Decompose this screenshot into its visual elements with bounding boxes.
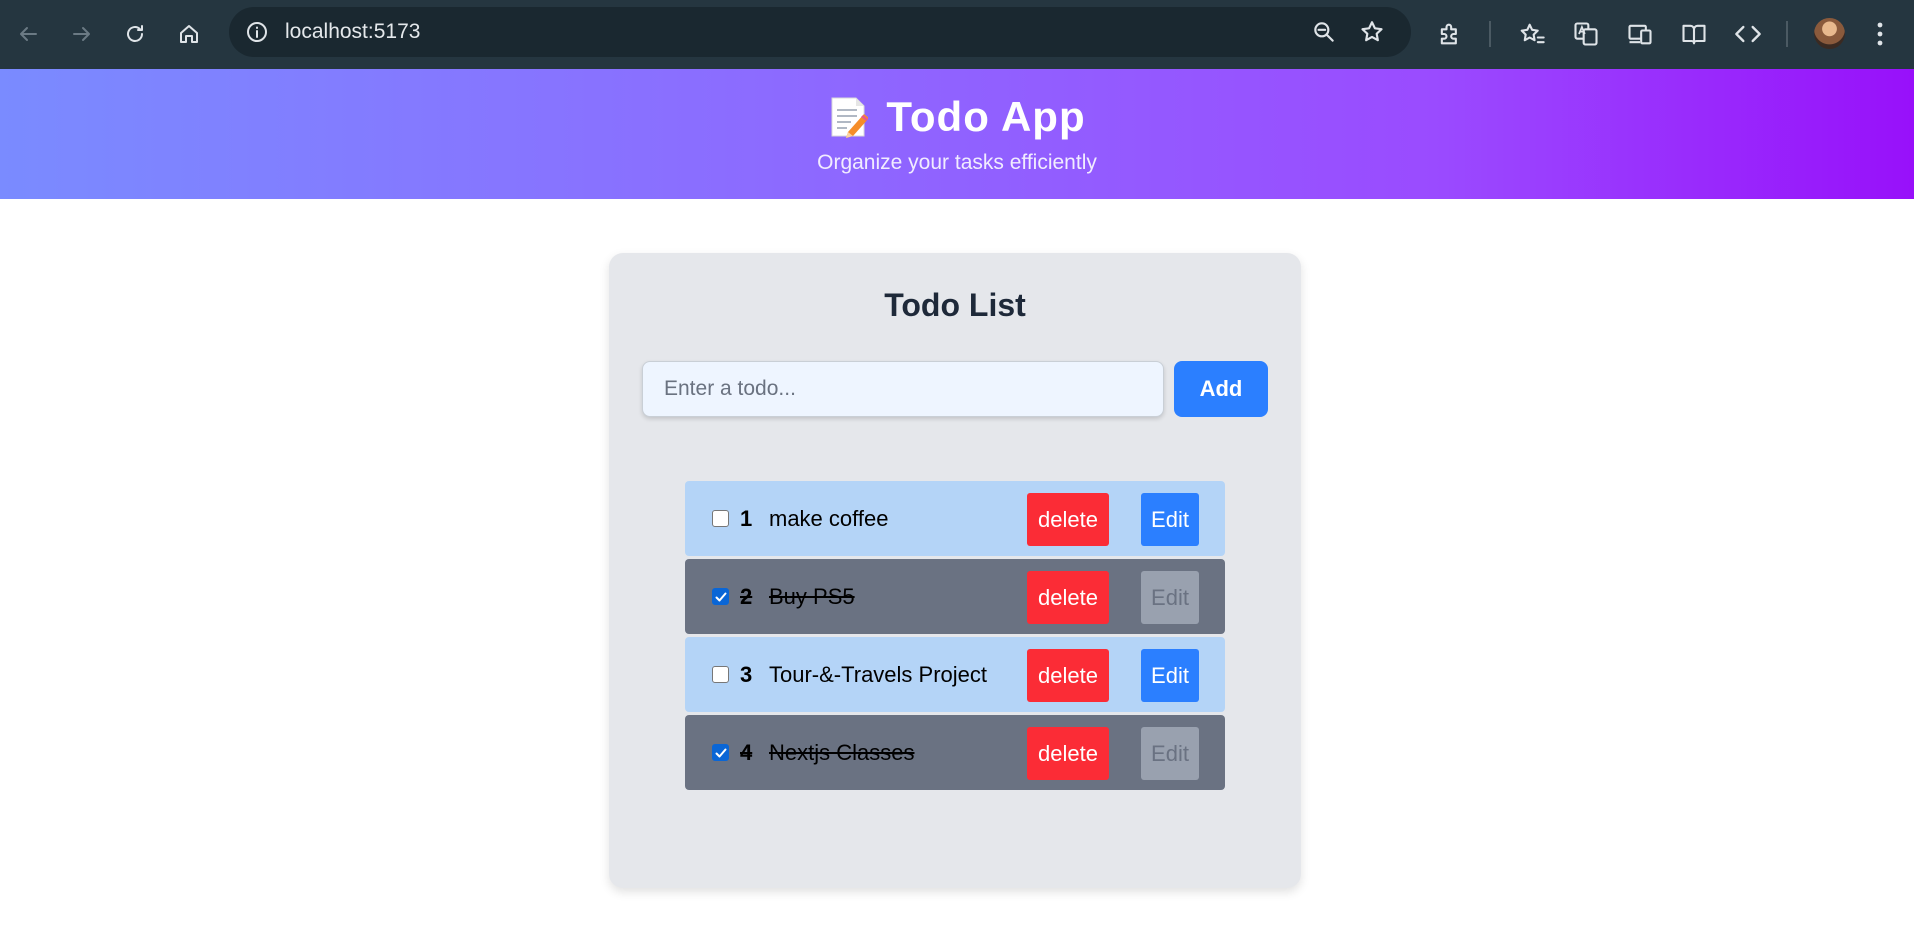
delete-button[interactable]: delete	[1027, 649, 1109, 702]
home-button[interactable]	[172, 17, 206, 51]
devices-icon	[1628, 24, 1652, 45]
devtools-button[interactable]	[1734, 20, 1762, 48]
todo-text: make coffee	[769, 506, 889, 531]
arrow-left-icon	[20, 27, 37, 41]
todo-text: Nextjs Classes	[769, 740, 915, 765]
checkmark-icon	[715, 592, 727, 602]
zoom-out-icon[interactable]	[1311, 19, 1337, 45]
arrow-right-icon	[73, 27, 90, 41]
app-subtitle: Organize your tasks efficiently	[817, 151, 1097, 174]
edit-button[interactable]: Edit	[1141, 649, 1199, 702]
code-icon	[1735, 25, 1761, 43]
todo-text: Tour-&-Travels Project	[769, 662, 988, 687]
more-menu-icon[interactable]	[1872, 20, 1888, 48]
devices-button[interactable]	[1626, 20, 1654, 48]
favorites-button[interactable]	[1518, 20, 1546, 48]
puzzle-icon	[1440, 23, 1457, 45]
todo-item: 4 Nextjs Classes delete Edit	[685, 715, 1225, 790]
todo-number: 4	[740, 740, 753, 765]
todo-number: 1	[740, 506, 753, 531]
checkmark-icon	[715, 748, 727, 758]
todo-card: Todo List Add 1 make coffee delete Edit …	[609, 253, 1301, 888]
todo-checkbox[interactable]	[712, 510, 729, 527]
book-icon	[1682, 24, 1706, 45]
edit-button: Edit	[1141, 571, 1199, 624]
todo-item: 2 Buy PS5 delete Edit	[685, 559, 1225, 634]
toolbar-divider	[1786, 21, 1788, 47]
site-info-icon[interactable]	[245, 20, 269, 44]
todo-checkbox[interactable]	[712, 666, 729, 683]
delete-button[interactable]: delete	[1027, 571, 1109, 624]
reading-mode-button[interactable]	[1680, 20, 1708, 48]
todo-item: 1 make coffee delete Edit	[685, 481, 1225, 556]
app-header: Todo App Organize your tasks efficiently	[0, 69, 1914, 199]
todo-number: 2	[740, 584, 753, 609]
todo-input[interactable]	[642, 361, 1164, 417]
forward-button[interactable]	[65, 17, 99, 51]
todo-number: 3	[740, 662, 753, 687]
profile-avatar[interactable]	[1814, 18, 1845, 49]
reload-button[interactable]	[118, 17, 152, 51]
browser-toolbar: localhost:5173	[0, 0, 1914, 69]
todo-text: Buy PS5	[769, 584, 855, 609]
translate-icon	[1574, 22, 1598, 46]
app-title-text: Todo App	[886, 93, 1086, 140]
app-title: Todo App	[0, 93, 1914, 141]
extensions-button[interactable]	[1436, 20, 1464, 48]
address-bar[interactable]: localhost:5173	[229, 7, 1411, 57]
back-button[interactable]	[11, 17, 45, 51]
memo-icon	[831, 97, 869, 138]
edit-button[interactable]: Edit	[1141, 493, 1199, 546]
todo-checkbox[interactable]	[712, 744, 729, 761]
delete-button[interactable]: delete	[1027, 727, 1109, 780]
bookmark-star-icon[interactable]	[1359, 19, 1385, 45]
todo-list: 1 make coffee delete Edit 2 Buy PS5 dele…	[685, 481, 1225, 793]
star-list-icon	[1520, 23, 1545, 44]
todo-checkbox[interactable]	[712, 588, 729, 605]
edit-button: Edit	[1141, 727, 1199, 780]
home-icon	[180, 25, 198, 43]
url-text[interactable]: localhost:5173	[285, 20, 420, 44]
add-button[interactable]: Add	[1174, 361, 1268, 417]
toolbar-divider	[1489, 21, 1491, 47]
todo-item: 3 Tour-&-Travels Project delete Edit	[685, 637, 1225, 712]
delete-button[interactable]: delete	[1027, 493, 1109, 546]
reload-icon	[127, 25, 143, 42]
translate-button[interactable]	[1572, 20, 1600, 48]
card-title: Todo List	[884, 287, 1026, 323]
